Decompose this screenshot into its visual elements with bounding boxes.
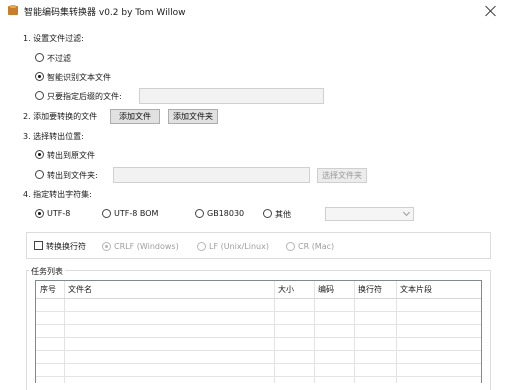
column-header-newline[interactable]: 换行符 [354,281,396,298]
close-icon[interactable] [484,4,498,18]
output-option-folder: 转出到文件夹: [47,171,98,180]
output-radio-folder[interactable] [35,170,44,179]
add-folder-button[interactable]: 添加文件夹 [168,109,218,124]
task-list-heading: 任务列表 [29,266,65,277]
newline-checkbox-label: 转换换行符 [46,242,86,251]
newline-radio-lf[interactable] [197,242,206,251]
column-header-encoding[interactable]: 编码 [314,281,354,298]
chevron-down-icon [402,208,411,217]
charset-heading: 4. 指定转出字符集: [23,190,92,199]
filter-radio-none[interactable] [35,53,44,62]
app-icon [8,5,18,15]
column-header-filename[interactable]: 文件名 [64,281,274,298]
charset-option-gb18030: GB18030 [207,209,245,218]
column-header-index[interactable]: 序号 [36,281,64,298]
newline-radio-crlf[interactable] [102,242,111,251]
newline-option-crlf: CRLF (Windows) [114,242,179,251]
suffix-input[interactable] [139,88,324,104]
newline-option-lf: LF (Unix/Linux) [209,242,269,251]
charset-other-select[interactable] [325,207,414,221]
filter-option-none: 不过滤 [47,54,71,63]
column-header-size[interactable]: 大小 [274,281,314,298]
charset-radio-utf8bom[interactable] [102,209,111,218]
column-header-snippet[interactable]: 文本片段 [396,281,481,298]
filter-radio-smart[interactable] [35,72,44,81]
filter-option-smart: 智能识别文本文件 [47,73,111,82]
output-heading: 3. 选择转出位置: [23,132,84,141]
newline-checkbox[interactable] [34,241,43,250]
output-radio-original[interactable] [35,150,44,159]
charset-option-utf8: UTF-8 [47,209,71,218]
filter-radio-suffix[interactable] [35,91,44,100]
charset-radio-utf8[interactable] [35,209,44,218]
output-folder-input[interactable] [113,167,310,183]
add-files-label: 2. 添加要转换的文件 [23,112,98,121]
charset-option-other: 其他 [275,210,291,219]
newline-radio-cr[interactable] [286,242,295,251]
choose-folder-button[interactable]: 选择文件夹 [317,168,367,183]
newline-option-cr: CR (Mac) [298,242,335,251]
charset-radio-gb18030[interactable] [195,209,204,218]
add-file-button[interactable]: 添加文件 [110,109,160,124]
filter-option-suffix: 只要指定后缀的文件: [47,92,122,101]
output-option-original: 转出到原文件 [47,151,95,160]
task-table[interactable]: 序号 文件名 大小 编码 换行符 文本片段 [35,280,482,383]
window-title: 智能编码集转换器 v0.2 by Tom Willow [24,8,186,18]
filter-heading: 1. 设置文件过滤: [23,34,84,43]
charset-radio-other[interactable] [263,209,272,218]
charset-option-utf8bom: UTF-8 BOM [114,209,159,218]
